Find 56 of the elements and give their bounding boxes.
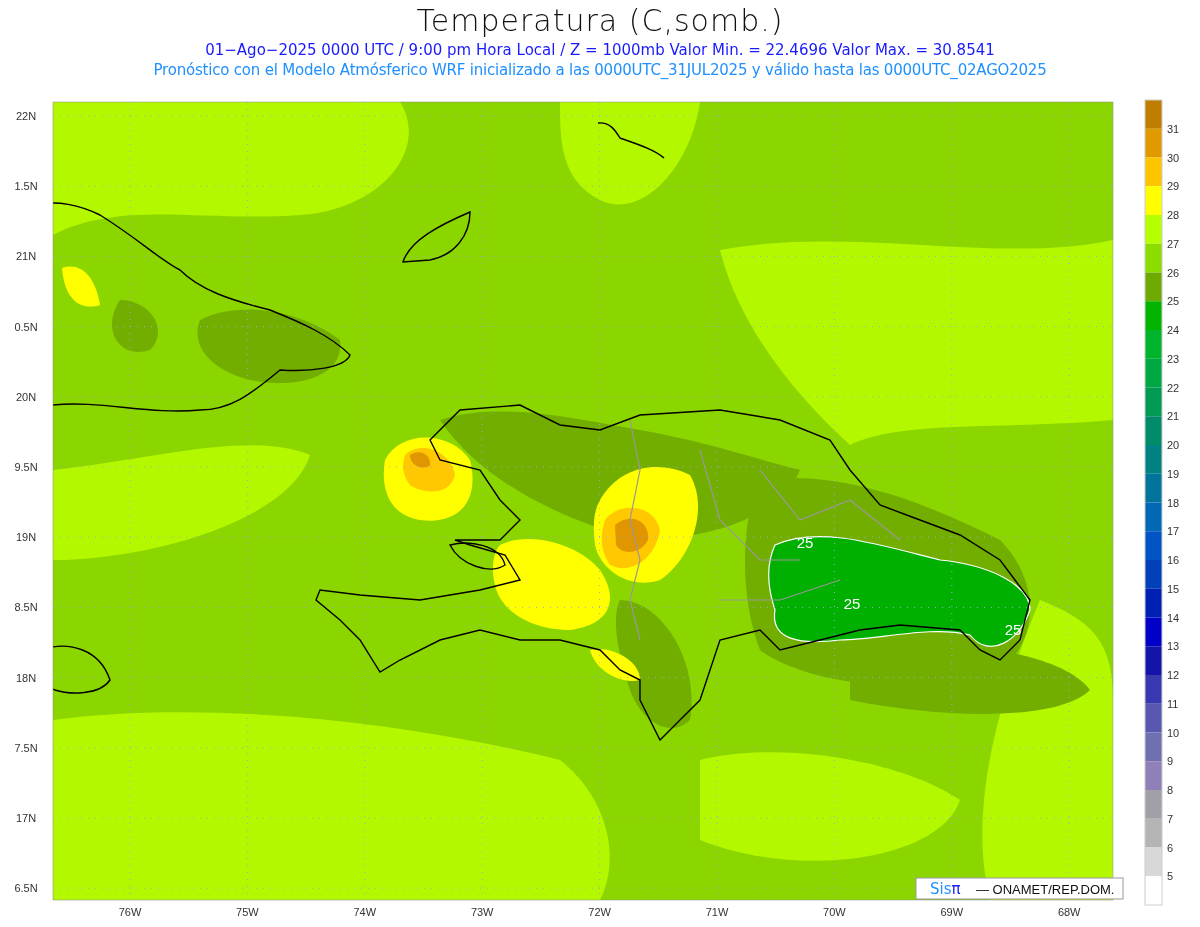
colorbar-label: 30 xyxy=(1167,151,1180,164)
contour-label: 25 xyxy=(796,534,814,551)
logo-text: Sisπ xyxy=(930,880,961,898)
colorbar-label: 25 xyxy=(1167,295,1180,308)
colorbar-label: 22 xyxy=(1167,381,1180,394)
credit-text: — ONAMET/REP.DOM. xyxy=(976,882,1115,897)
colorbar-label: 12 xyxy=(1167,669,1180,681)
longitude-label: 69W xyxy=(940,906,964,918)
longitude-label: 70W xyxy=(823,906,846,918)
latitude-label: 0.5N xyxy=(14,320,38,333)
colorbar-label: 11 xyxy=(1167,697,1179,710)
colorbar-label: 21 xyxy=(1167,410,1180,423)
colorbar-label: 13 xyxy=(1167,640,1180,653)
colorbar-label: 7 xyxy=(1167,812,1174,825)
colorbar-label: 27 xyxy=(1167,237,1180,250)
colorbar-label: 15 xyxy=(1167,582,1180,595)
latitude-label: 20N xyxy=(15,390,37,403)
colorbar-label: 19 xyxy=(1167,467,1180,480)
longitude-label: 75W xyxy=(236,906,259,918)
latitude-label: 17N xyxy=(15,812,37,824)
colorbar-label: 14 xyxy=(1167,611,1180,624)
longitude-label: 72W xyxy=(588,906,611,918)
colorbar-label: 31 xyxy=(1167,122,1180,135)
latitude-label: 19N xyxy=(15,531,37,544)
colorbar-label: 6 xyxy=(1167,841,1174,854)
colorbar-label: 26 xyxy=(1167,266,1180,279)
chart-title: Temperatura (C,somb.) xyxy=(416,2,784,40)
longitude-label: 68W xyxy=(1057,906,1081,918)
latitude-label: 22N xyxy=(15,110,37,122)
latitude-label: 9.5N xyxy=(14,461,38,473)
colorbar-label: 28 xyxy=(1167,209,1180,221)
latitude-label: 7.5N xyxy=(14,741,38,754)
colorbar-label: 24 xyxy=(1167,324,1180,336)
colorbar-label: 18 xyxy=(1167,496,1180,509)
forecast-note: Pronóstico con el Modelo Atmósferico WRF inicializado a las 0000UTC_31JUL2025 y válido hasta las 0000UTC_02AGO2025 xyxy=(153,60,1047,80)
colorbar-label: 23 xyxy=(1167,352,1180,365)
longitude-label: 74W xyxy=(353,906,377,918)
longitude-label: 71W xyxy=(705,906,729,918)
latitude-label: 21N xyxy=(15,250,37,263)
colorbar-label: 9 xyxy=(1167,755,1174,768)
latitude-label: 1.5N xyxy=(14,180,38,193)
longitude-label: 73W xyxy=(470,906,494,918)
chart-subtitle: 01−Ago−2025 0000 UTC / 9:00 pm Hora Local / Z = 1000mb Valor Min. = 22.4696 Valor Max. = 30.8541 xyxy=(205,40,995,60)
colorbar-label: 20 xyxy=(1167,439,1180,451)
colorbar-label: 16 xyxy=(1167,554,1180,566)
colorbar-label: 29 xyxy=(1167,180,1180,193)
colorbar-label: 8 xyxy=(1167,784,1174,796)
colorbar-label: 5 xyxy=(1167,870,1174,883)
latitude-label: 8.5N xyxy=(14,601,38,614)
colorbar-label: 17 xyxy=(1167,525,1180,538)
contour-label: 25 xyxy=(843,595,861,612)
latitude-label: 18N xyxy=(15,671,37,684)
contour-label: 25 xyxy=(1004,621,1022,638)
latitude-label: 6.5N xyxy=(14,882,38,895)
colorbar-label: 10 xyxy=(1167,726,1180,739)
longitude-label: 76W xyxy=(118,906,142,918)
